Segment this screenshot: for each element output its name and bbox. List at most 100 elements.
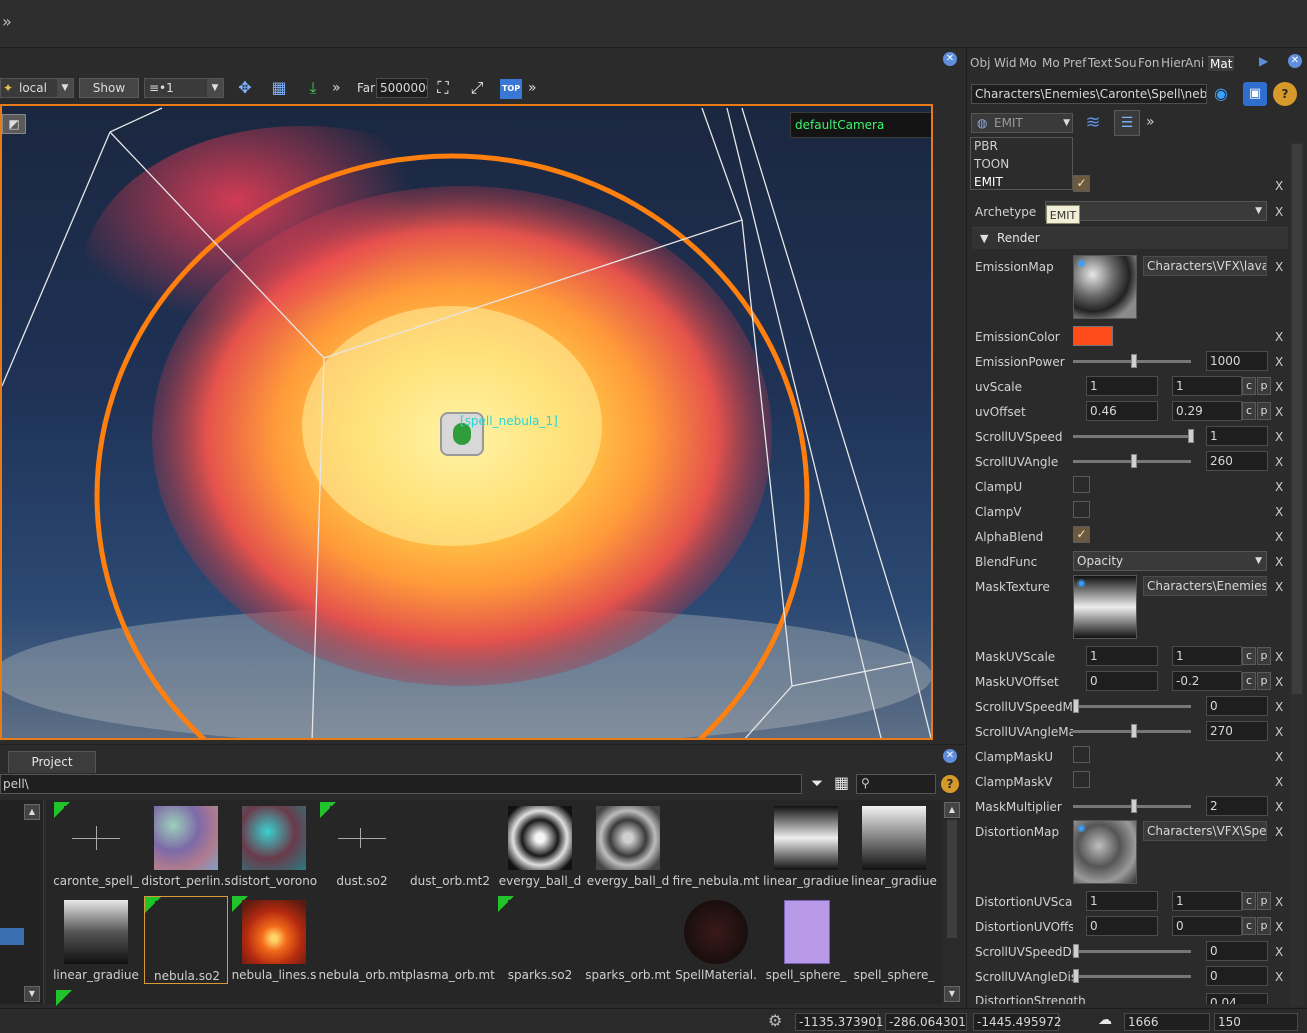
shader-select[interactable]: ◍ EMIT ▼ — [971, 113, 1073, 133]
tab-mo-2[interactable]: Mo — [1042, 56, 1060, 70]
grid-icon[interactable]: ▦ — [268, 77, 290, 99]
copy-button[interactable]: c — [1242, 402, 1256, 420]
reset-x[interactable]: X — [1275, 970, 1283, 984]
paste-button[interactable]: p — [1257, 917, 1271, 935]
material-path-field[interactable]: Characters\Enemies\Caronte\Spell\nebula_ — [971, 84, 1207, 104]
reset-x[interactable]: X — [1275, 580, 1283, 594]
scroll-uv-speed-mask-input[interactable]: 0 — [1206, 696, 1268, 716]
paste-button[interactable]: p — [1257, 377, 1271, 395]
maximize-icon[interactable]: ⤢ — [466, 77, 488, 99]
eye-icon[interactable]: ◉ — [1077, 258, 1086, 269]
space-select[interactable]: ✦ local ▼ — [0, 78, 74, 98]
selected-folder[interactable] — [0, 928, 24, 945]
shader-option-pbr[interactable]: PBR — [974, 139, 998, 153]
scroll-uv-angle-dis-input[interactable]: 0 — [1206, 966, 1268, 986]
scroll-uv-angle-input[interactable]: 260 — [1206, 451, 1268, 471]
asset-item[interactable]: evergy_ball_d — [586, 802, 670, 890]
blend-func-select[interactable]: Opacity ▼ — [1073, 551, 1267, 571]
shader-option-toon[interactable]: TOON — [974, 157, 1009, 171]
reset-x[interactable]: X — [1275, 555, 1283, 569]
slider-knob[interactable] — [1131, 354, 1137, 368]
viewport-close-icon[interactable]: ✕ — [943, 52, 957, 66]
scroll-uv-speed-dis-slider[interactable] — [1073, 950, 1191, 953]
asset-item[interactable]: distort_perlin.s — [141, 802, 231, 890]
eye-icon[interactable]: ◉ — [1214, 84, 1228, 103]
scroll-uv-speed-input[interactable]: 1 — [1206, 426, 1268, 446]
mask-uv-offset-v[interactable]: -0.2 — [1172, 671, 1242, 691]
tab-text[interactable]: Text — [1088, 56, 1112, 70]
reset-x[interactable]: X — [1275, 825, 1283, 839]
asset-item[interactable]: dust.so2 — [320, 802, 404, 890]
settings-list-icon[interactable]: ☰ — [1114, 110, 1140, 136]
scroll-uv-angle-dis-slider[interactable] — [1073, 975, 1191, 978]
frame-selection-icon[interactable]: ⛶ — [432, 77, 454, 99]
snap-ground-icon[interactable]: ⤓ — [302, 77, 324, 99]
reset-x[interactable]: X — [1275, 330, 1283, 344]
uv-offset-u[interactable]: 0.46 — [1086, 401, 1158, 421]
asset-item[interactable]: sparks.so2 — [498, 896, 582, 984]
scroll-uv-speed-dis-input[interactable]: 0 — [1206, 941, 1268, 961]
asset-item[interactable]: plasma_orb.mt — [405, 896, 495, 984]
toolbar-overflow-icon-2[interactable]: » — [528, 80, 537, 96]
distortion-uv-offset-u[interactable]: 0 — [1086, 916, 1158, 936]
mask-multiplier-input[interactable]: 2 — [1206, 796, 1268, 816]
paste-button[interactable]: p — [1257, 672, 1271, 690]
asset-item[interactable]: distort_vorono — [231, 802, 317, 890]
inspector-scrollbar[interactable] — [1290, 142, 1304, 1006]
tab-mo[interactable]: Mo — [1019, 56, 1037, 70]
tab-wid[interactable]: Wid — [994, 56, 1017, 70]
mask-texture-thumb[interactable]: ◉ — [1073, 575, 1137, 639]
slider-knob[interactable] — [1073, 969, 1079, 983]
asset-item[interactable]: dust_orb.mt2 — [408, 802, 492, 890]
reset-x[interactable]: X — [1275, 775, 1283, 789]
help-icon[interactable]: ? — [941, 775, 959, 793]
uv-offset-v[interactable]: 0.29 — [1172, 401, 1242, 421]
uv-scale-v[interactable]: 1 — [1172, 376, 1242, 396]
distortion-strength-input[interactable]: 0.04 — [1206, 993, 1268, 1004]
reset-x[interactable]: X — [1275, 725, 1283, 739]
layer-select[interactable]: ≡•1 ▼ — [144, 78, 224, 98]
asset-item[interactable]: SpellMaterial. — [674, 896, 758, 984]
project-folder-tree[interactable]: ▲ ▼ — [0, 800, 44, 1004]
reset-x[interactable]: X — [1275, 800, 1283, 814]
hidden-checkbox[interactable]: ✓ — [1073, 175, 1090, 192]
scrollbar-thumb[interactable] — [947, 820, 957, 938]
inspector-close-icon[interactable]: ✕ — [1288, 54, 1302, 68]
asset-item[interactable]: fire_nebula.mt — [673, 802, 759, 890]
asset-item[interactable]: linear_gradiue — [851, 802, 937, 890]
reset-x[interactable]: X — [1275, 675, 1283, 689]
project-search-input[interactable]: ⚲ — [856, 774, 936, 794]
distortion-uv-offset-v[interactable]: 0 — [1172, 916, 1242, 936]
reset-x[interactable]: X — [1275, 405, 1283, 419]
tab-pref[interactable]: Pref — [1063, 56, 1086, 70]
reset-x[interactable]: X — [1275, 530, 1283, 544]
asset-item[interactable]: spell_sphere_ — [852, 896, 936, 984]
layers-icon[interactable]: ≋ — [1080, 110, 1106, 136]
copy-button[interactable]: c — [1242, 917, 1256, 935]
far-input[interactable]: 5000000 — [376, 78, 428, 98]
grid-view-icon[interactable]: ▦ — [834, 773, 849, 792]
uv-scale-u[interactable]: 1 — [1086, 376, 1158, 396]
scrollbar-thumb[interactable] — [1292, 144, 1302, 694]
reset-x[interactable]: X — [1275, 480, 1283, 494]
play-icon[interactable]: ▶ — [1259, 54, 1268, 68]
clamp-mask-u-checkbox[interactable] — [1073, 746, 1090, 763]
project-close-icon[interactable]: ✕ — [943, 749, 957, 763]
reset-x[interactable]: X — [1275, 650, 1283, 664]
slider-knob[interactable] — [1131, 454, 1137, 468]
asset-item[interactable]: sparks_orb.mt — [585, 896, 671, 984]
emission-color-swatch[interactable] — [1073, 326, 1113, 346]
paste-button[interactable]: p — [1257, 647, 1271, 665]
scene-viewport[interactable]: ◩ defaultCamera ⚲ [spell_nebula_1] — [0, 104, 933, 740]
tab-hier[interactable]: Hier — [1161, 56, 1186, 70]
project-path-field[interactable]: pell\ — [0, 774, 802, 794]
tab-mat[interactable]: Mat — [1208, 56, 1235, 71]
distortion-uv-scale-v[interactable]: 1 — [1172, 891, 1242, 911]
reset-x[interactable]: X — [1275, 205, 1283, 219]
top-view-button[interactable]: TOP — [500, 79, 522, 99]
mask-uv-scale-v[interactable]: 1 — [1172, 646, 1242, 666]
reset-x[interactable]: X — [1275, 455, 1283, 469]
camera-selector[interactable]: defaultCamera ⚲ — [790, 112, 931, 138]
paste-button[interactable]: p — [1257, 892, 1271, 910]
reset-x[interactable]: X — [1275, 750, 1283, 764]
